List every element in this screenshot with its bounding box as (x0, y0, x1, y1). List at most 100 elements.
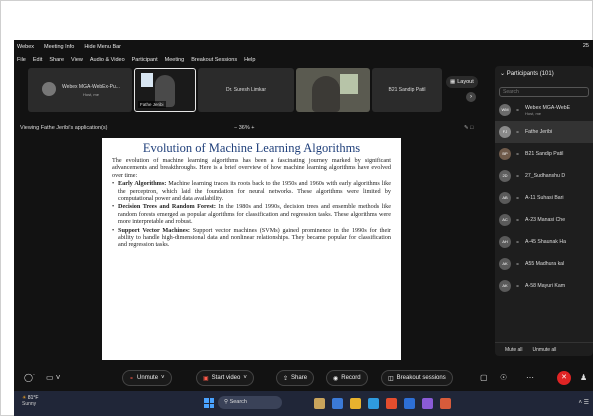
captions-icon[interactable]: ▭ ˅ (46, 370, 60, 386)
avatar: AB (499, 192, 511, 204)
tile-name: Dr. Suresh Limkar (225, 87, 266, 93)
mic-icon: ⚬ (515, 283, 521, 290)
webex-taskbar-icon[interactable] (404, 398, 415, 409)
participant-row[interactable]: AC ⚬ A-23 Manasi Che (495, 209, 593, 231)
participant-name-text: 27_Sudhanshu D (525, 173, 566, 179)
hide-menu-bar-button[interactable]: Hide Menu Bar (84, 44, 121, 50)
participant-row[interactable]: FJ ⚬ Fathe Jeribi (495, 121, 593, 143)
file-explorer-icon[interactable] (350, 398, 361, 409)
webex-logo[interactable]: Webex (17, 44, 34, 50)
video-tile-fathe[interactable]: Fathe Jeribi (134, 68, 196, 112)
participants-header[interactable]: ⌄ Participants (101) (495, 66, 593, 80)
record-button[interactable]: ◉ Record (326, 370, 368, 386)
menu-help[interactable]: Help (244, 57, 255, 63)
tile-name: B21 Sandip Patil (388, 87, 426, 93)
menu-edit[interactable]: Edit (33, 57, 42, 63)
participant-name: Fathe Jeribi (525, 129, 552, 135)
breakout-icon: ◫ (388, 375, 394, 382)
record-label: Record (341, 375, 361, 381)
mic-icon: ⚬ (515, 107, 521, 114)
chrome-icon[interactable] (386, 398, 397, 409)
tile-name: Webex MGA-WebEx-Pu... (62, 83, 120, 90)
taskbar-search[interactable]: ⚲ Search (218, 396, 282, 409)
menu-view[interactable]: View (71, 57, 83, 63)
video-tile-host[interactable]: Webex MGA-WebEx-Pu... Host, me (28, 68, 132, 112)
participant-row[interactable]: 2D ⚬ 27_Sudhanshu D (495, 165, 593, 187)
breakout-sessions-button[interactable]: ◫ Breakout sessions (381, 370, 453, 386)
video-tile-suresh[interactable]: Dr. Suresh Limkar (198, 68, 294, 112)
more-options-icon[interactable]: ⋯ (526, 370, 534, 386)
meeting-info-button[interactable]: Meeting Info (44, 44, 74, 50)
mic-icon: ⚬ (515, 195, 521, 202)
menu-file[interactable]: File (17, 57, 26, 63)
participant-role: Host, me (525, 110, 542, 116)
app-icon[interactable] (422, 398, 433, 409)
zoom-level: 36% (238, 125, 250, 131)
unmute-all-button[interactable]: Unmute all (533, 347, 557, 353)
windows-start-icon[interactable] (204, 398, 214, 408)
weather-widget[interactable]: ☀ 81°F Sunny (22, 395, 39, 407)
slide-bullet: Decision Trees and Random Forest: In the… (112, 203, 391, 225)
participant-name-text: A55 Madhura kal (525, 261, 565, 267)
menu-participant[interactable]: Participant (132, 57, 158, 63)
reactions-icon[interactable]: ◯˙ (24, 370, 36, 386)
layout-label: Layout (457, 79, 474, 85)
meeting-controls: ◯˙ ▭ ˅ ⚬ Unmute ˅ ▣ Start video ˅ ⇪ Shar… (14, 368, 593, 390)
participant-name: A-45 Shaunak Ha (525, 239, 566, 245)
participant-row[interactable]: AK ⚬ A-58 Mayuri Kam (495, 275, 593, 297)
mic-icon: ⚬ (515, 239, 521, 246)
slide-bullet: Early Algorithms: Machine learning trace… (112, 180, 391, 202)
breakout-label: Breakout sessions (396, 375, 446, 381)
bullet-heading: Decision Trees and Random Forest: (118, 203, 216, 211)
webex-window: Webex Meeting Info Hide Menu Bar 25 File… (14, 40, 593, 401)
apps-icon[interactable]: ☉ (500, 370, 507, 386)
share-button[interactable]: ⇪ Share (276, 370, 315, 386)
participants-search-input[interactable] (499, 87, 589, 97)
chevron-down-icon: ˅ (243, 375, 247, 381)
video-tile-sandip[interactable]: B21 Sandip Patil (372, 68, 442, 112)
edge-icon[interactable] (368, 398, 379, 409)
menu-breakout[interactable]: Breakout Sessions (191, 57, 237, 63)
participant-name-text: A-23 Manasi Che (525, 217, 566, 223)
start-video-button[interactable]: ▣ Start video ˅ (196, 370, 254, 386)
slide-bullets: Early Algorithms: Machine learning trace… (112, 180, 391, 249)
system-tray[interactable]: ˄ ☰ (578, 399, 589, 406)
unmute-button[interactable]: ⚬ Unmute ˅ (122, 370, 172, 386)
next-page-icon[interactable]: › (466, 92, 476, 102)
participants-toggle-icon[interactable]: ♟ (580, 370, 587, 386)
menu-share[interactable]: Share (49, 57, 64, 63)
app-icon[interactable] (440, 398, 451, 409)
avatar: 2D (499, 170, 511, 182)
mute-all-button[interactable]: Mute all (505, 347, 523, 353)
menu-audio-video[interactable]: Audio & Video (90, 57, 125, 63)
participant-name-text: A-11 Suhasi Bari (525, 195, 564, 201)
lock-icon[interactable]: ▢ (480, 370, 488, 386)
participant-row[interactable]: WM ⚬ Webex MGA-WebE Host, me (495, 99, 593, 121)
participant-name: Webex MGA-WebE Host, me (525, 105, 570, 116)
bullet-heading: Support Vector Machines: (118, 226, 190, 234)
video-tile-camera[interactable] (296, 68, 370, 112)
slide-intro: The evolution of machine learning algori… (112, 157, 391, 179)
annotate-icon[interactable]: ✎ □ (464, 125, 473, 131)
menu-meeting[interactable]: Meeting (165, 57, 185, 63)
menu-bar: File Edit Share View Audio & Video Parti… (14, 54, 593, 66)
participant-row[interactable]: AH ⚬ A-45 Shaunak Ha (495, 231, 593, 253)
unmute-label: Unmute (137, 375, 159, 381)
participant-name: B21 Sandip Patil (525, 151, 563, 157)
mic-icon: ⚬ (515, 151, 521, 158)
search-label: Search (229, 399, 247, 405)
participant-row[interactable]: BP ⚬ B21 Sandip Patil (495, 143, 593, 165)
viewing-label: Viewing Fathe Jeribi's application(s) (20, 125, 108, 131)
end-meeting-button[interactable]: ✕ (557, 371, 571, 385)
task-view-icon[interactable] (332, 398, 343, 409)
zoom-control[interactable]: − 36% + (234, 125, 255, 131)
participant-name: A-11 Suhasi Bari (525, 195, 564, 201)
participant-row[interactable]: AK ⚬ A55 Madhura kal (495, 253, 593, 275)
layout-button[interactable]: ▦ Layout (446, 76, 478, 88)
widgets-icon[interactable] (314, 398, 325, 409)
camera-off-icon: ▣ (203, 375, 209, 382)
participant-row[interactable]: AB ⚬ A-11 Suhasi Bari (495, 187, 593, 209)
mic-icon: ⚬ (515, 173, 521, 180)
avatar: FJ (499, 126, 511, 138)
participant-name: A-23 Manasi Che (525, 217, 565, 223)
